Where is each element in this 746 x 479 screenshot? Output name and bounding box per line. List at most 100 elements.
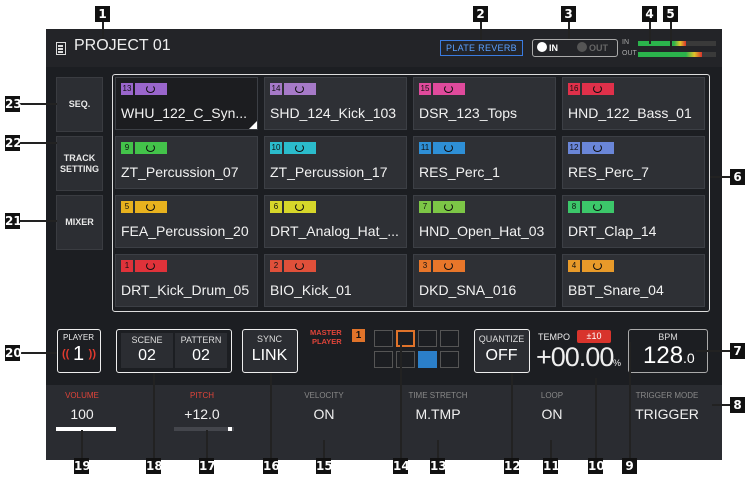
pad-number: 14	[270, 83, 282, 95]
pad-9[interactable]: 9 ZT_Percussion_07	[115, 136, 258, 189]
out-meter-label: OUT	[622, 50, 637, 57]
callout-16: 16	[263, 458, 280, 474]
loop-icon	[582, 83, 614, 95]
callout-15: 15	[316, 458, 333, 474]
device-screen: PROJECT 01 PLATE REVERB IN OUT IN OUT SE…	[46, 29, 722, 460]
pitch-value: +12.0	[184, 406, 220, 422]
pad-1[interactable]: 1 DRT_Kick_Drum_05	[115, 254, 258, 307]
pad-2[interactable]: 2 BIO_Kick_01	[264, 254, 407, 307]
loop-icon	[433, 142, 465, 154]
output-gear-icon	[577, 42, 587, 52]
pad-16[interactable]: 16 HND_122_Bass_01	[562, 77, 705, 130]
mixer-button[interactable]: MIXER	[56, 195, 103, 250]
pad-5[interactable]: 5 FEA_Percussion_20	[115, 195, 258, 248]
pad-sample-name: RES_Perc_1	[419, 164, 500, 180]
pad-sample-name: DKD_SNA_016	[419, 282, 517, 298]
pad-12[interactable]: 12 RES_Perc_7	[562, 136, 705, 189]
player-cell-active[interactable]	[418, 351, 437, 368]
pad-7[interactable]: 7 HND_Open_Hat_03	[413, 195, 556, 248]
pattern-value: 02	[192, 347, 210, 364]
time-stretch-label: TIME STRETCH	[408, 391, 468, 400]
pad-sample-name: DRT_Clap_14	[568, 223, 657, 239]
pad-13[interactable]: 13 WHU_122_C_Syn...	[115, 77, 258, 130]
pitch-bar[interactable]	[174, 427, 234, 431]
callout-leader	[323, 440, 325, 458]
callout-leader	[649, 22, 651, 44]
callout-leader	[20, 220, 57, 222]
player-cell-master[interactable]	[396, 330, 415, 347]
pad-sample-name: BBT_Snare_04	[568, 282, 664, 298]
pad-number: 4	[568, 260, 580, 272]
quantize-button[interactable]: QUANTIZE OFF	[474, 329, 530, 373]
callout-6: 6	[730, 169, 745, 185]
callout-14: 14	[393, 458, 410, 474]
velocity-label: VELOCITY	[304, 391, 344, 400]
callout-8: 8	[730, 397, 745, 413]
trigger-mode-value: TRIGGER	[635, 406, 699, 422]
pad-number: 2	[270, 260, 282, 272]
callout-leader	[81, 430, 83, 458]
pad-4[interactable]: 4 BBT_Snare_04	[562, 254, 705, 307]
pattern-button[interactable]: PATTERN 02	[175, 333, 227, 368]
pitch-label: PITCH	[190, 391, 214, 400]
loop-icon	[582, 260, 614, 272]
master-player-label: MASTER PLAYER	[310, 328, 342, 346]
fx-name-indicator[interactable]: PLATE REVERB	[440, 40, 523, 56]
loop-icon	[433, 83, 465, 95]
callout-5: 5	[663, 6, 678, 22]
loop-icon	[135, 83, 167, 95]
callout-10: 10	[588, 458, 605, 474]
scene-value: 02	[138, 347, 156, 364]
player-cell[interactable]	[374, 351, 393, 368]
in-out-indicator[interactable]: IN OUT	[532, 39, 618, 57]
pitch-param[interactable]: PITCH +12.0	[152, 391, 252, 422]
loop-icon	[433, 260, 465, 272]
velocity-param[interactable]: VELOCITY ON	[274, 391, 374, 422]
callout-leader	[550, 440, 552, 458]
pad-14[interactable]: 14 SHD_124_Kick_103	[264, 77, 407, 130]
volume-label: VOLUME	[65, 391, 99, 400]
pad-sample-name: FEA_Percussion_20	[121, 223, 249, 239]
trigger-mode-param[interactable]: TRIGGER MODE TRIGGER	[617, 391, 717, 422]
pad-8[interactable]: 8 DRT_Clap_14	[562, 195, 705, 248]
seq-button[interactable]: SEQ.	[56, 77, 103, 132]
output-label: OUT	[589, 43, 608, 53]
track-setting-button[interactable]: TRACK SETTING	[56, 136, 103, 191]
loop-icon	[284, 201, 316, 213]
loop-param[interactable]: LOOP ON	[502, 391, 602, 422]
scene-button[interactable]: SCENE 02	[121, 333, 173, 368]
loop-icon	[582, 201, 614, 213]
player-cell[interactable]	[418, 330, 437, 347]
player-cell[interactable]	[374, 330, 393, 347]
quantize-value: OFF	[485, 347, 518, 364]
loop-value: ON	[541, 406, 563, 422]
volume-param[interactable]: VOLUME 100	[46, 391, 132, 422]
player-cell[interactable]	[440, 351, 459, 368]
pad-6[interactable]: 6 DRT_Analog_Hat_...	[264, 195, 407, 248]
top-bar: PROJECT 01 PLATE REVERB IN OUT IN OUT	[46, 29, 722, 67]
pad-3[interactable]: 3 DKD_SNA_016	[413, 254, 556, 307]
callout-9: 9	[622, 458, 637, 474]
pad-sample-name: DRT_Analog_Hat_...	[270, 223, 399, 239]
tempo-unit: %	[613, 358, 622, 368]
callout-3: 3	[561, 6, 576, 22]
player-right-wave-icon: ))	[88, 348, 96, 360]
volume-bar[interactable]	[56, 427, 116, 431]
pad-15[interactable]: 15 DSR_123_Tops	[413, 77, 556, 130]
pad-11[interactable]: 11 RES_Perc_1	[413, 136, 556, 189]
player-indicator[interactable]: PLAYER (( 1 ))	[57, 329, 101, 373]
player-cell[interactable]	[440, 330, 459, 347]
callout-leader	[480, 22, 482, 40]
pad-sample-name: ZT_Percussion_07	[121, 164, 239, 180]
pad-number: 16	[568, 83, 580, 95]
callout-leader	[712, 404, 730, 406]
callout-leader	[670, 22, 672, 52]
callout-leader	[696, 350, 730, 352]
pitch-bar-marker	[228, 427, 232, 431]
player-cell[interactable]	[396, 351, 415, 368]
quantize-label: QUANTIZE	[478, 334, 525, 344]
pad-10[interactable]: 10 ZT_Percussion_17	[264, 136, 407, 189]
sync-button[interactable]: SYNC LINK	[242, 329, 298, 373]
pad-number: 9	[121, 142, 133, 154]
time-stretch-param[interactable]: TIME STRETCH M.TMP	[388, 391, 488, 422]
